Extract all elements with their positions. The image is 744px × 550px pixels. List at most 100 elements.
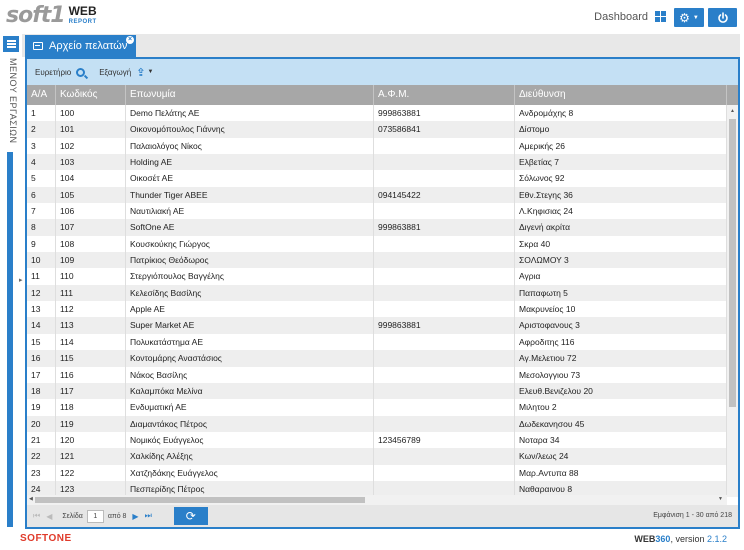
settings-button[interactable]: ⚙ ▼	[674, 8, 704, 27]
scroll-left-icon[interactable]: ◀	[29, 496, 33, 502]
cell-code: 106	[56, 203, 126, 220]
menu-toggle-button[interactable]	[3, 36, 19, 52]
table-row[interactable]: 23 122 Χατζηδάκης Ευάγγελος Μαρ.Αντυπα 88	[27, 464, 727, 481]
table-row[interactable]: 12 111 Κελεσίδης Βασίλης Παπαφωτη 5	[27, 284, 727, 302]
table-row[interactable]: 22 121 Χαλκίδης Αλέξης Κων/λεως 24	[27, 448, 727, 465]
grid-icon[interactable]	[655, 11, 666, 22]
table-row[interactable]: 21 120 Νομικός Ευάγγελος 123456789 Νοταρα 34	[27, 431, 727, 449]
col-header-afm[interactable]: Α.Φ.Μ.	[374, 85, 515, 105]
side-menu-label[interactable]: ΜΕΝΟΥ ΕΡΓΑΣΙΩΝ	[4, 58, 18, 158]
cell-address: Εθν.Στεγης 36	[515, 186, 727, 204]
side-menu-bar[interactable]	[7, 152, 13, 527]
search-button[interactable]: Ευρετήριο	[35, 67, 86, 77]
search-label: Ευρετήριο	[35, 67, 72, 77]
table-row[interactable]: 7 106 Ναυτιλιακή ΑΕ Λ.Κηφισιας 24	[27, 203, 727, 220]
scroll-down-icon[interactable]: ▼	[718, 496, 723, 502]
col-header-name[interactable]: Επωνυμία	[126, 85, 374, 105]
cell-address: Δίστομο	[515, 121, 727, 138]
prev-page-icon[interactable]: ◀	[46, 512, 52, 521]
cell-aa: 22	[27, 448, 56, 465]
col-header-code[interactable]: Κωδικός	[56, 85, 126, 105]
cell-code: 113	[56, 317, 126, 334]
table-row[interactable]: 20 119 Διαμαντάκος Πέτρος Δωδεκανησου 45	[27, 415, 727, 432]
cell-code: 101	[56, 121, 126, 138]
table-row[interactable]: 10 109 Πατρίκιος Θεόδωρος ΣΟΛΩΜΟΥ 3	[27, 252, 727, 269]
table-row[interactable]: 11 110 Στεργιόπουλος Βαγγέλης Αγρια	[27, 268, 727, 285]
cell-code: 103	[56, 154, 126, 171]
refresh-icon: ⟳	[185, 509, 196, 523]
cell-aa: 6	[27, 186, 56, 204]
cell-name: Super Market AE	[126, 317, 374, 334]
gear-icon: ⚙	[679, 10, 690, 25]
vertical-scrollbar[interactable]: ▲	[727, 105, 738, 497]
cell-code: 119	[56, 415, 126, 432]
cell-code: 105	[56, 186, 126, 204]
cell-afm	[374, 415, 515, 432]
dashboard-link[interactable]: Dashboard	[594, 11, 648, 23]
cell-afm	[374, 366, 515, 383]
upload-icon: ⇪	[136, 66, 146, 79]
table-row[interactable]: 4 103 Holding AE Ελβετίας 7	[27, 154, 727, 171]
power-icon	[717, 11, 728, 23]
cell-code: 107	[56, 219, 126, 236]
table-row[interactable]: 15 114 Πολυκατάστημα ΑΕ Αφροδιτης 116	[27, 333, 727, 351]
table-row[interactable]: 3 102 Παλαιολόγος Νίκος Αμερικής 26	[27, 137, 727, 155]
cell-name: Thunder Tiger ABEE	[126, 186, 374, 204]
next-page-icon[interactable]: ▶	[132, 512, 138, 521]
table-row[interactable]: 2 101 Οικονομόπουλος Γιάννης 073586841 Δίστο…	[27, 121, 727, 138]
cell-name: Ενδυματική ΑΕ	[126, 399, 374, 416]
cell-afm	[374, 268, 515, 285]
logout-button[interactable]	[708, 8, 737, 27]
cell-afm: 999863881	[374, 219, 515, 236]
table-row[interactable]: 13 112 Apple AE Μακρυνείος 10	[27, 301, 727, 318]
table-row[interactable]: 8 107 SoftOne AE 999863881 Διγενή ακρίτα	[27, 219, 727, 236]
table-row[interactable]: 6 105 Thunder Tiger ABEE 094145422 Εθν.Στεγη…	[27, 186, 727, 204]
refresh-button[interactable]: ⟳	[173, 507, 208, 525]
horizontal-scrollbar[interactable]: ◀ ▼	[27, 495, 727, 505]
app-logo: soft1 WEB REPORT	[6, 5, 97, 27]
table-row[interactable]: 18 117 Καλαμπόκα Μελίνα Ελευθ.Βενιζελου 20	[27, 382, 727, 400]
page-input[interactable]: 1	[86, 509, 104, 523]
expand-arrow-icon[interactable]: ▸	[19, 276, 23, 284]
vertical-scroll-thumb[interactable]	[729, 119, 736, 407]
cell-code: 122	[56, 464, 126, 481]
cell-aa: 11	[27, 268, 56, 285]
table-row[interactable]: 14 113 Super Market AE 999863881 Αριστοφανου…	[27, 317, 727, 334]
cell-code: 100	[56, 105, 126, 122]
cell-address: Κων/λεως 24	[515, 448, 727, 465]
cell-name: Καλαμπόκα Μελίνα	[126, 382, 374, 400]
col-header-address[interactable]: Διεύθυνση	[515, 85, 727, 105]
cell-code: 118	[56, 399, 126, 416]
scroll-up-icon[interactable]: ▲	[730, 108, 735, 114]
col-header-aa[interactable]: Α/Α	[27, 85, 56, 105]
export-button[interactable]: Εξαγωγή ⇪ ▼	[99, 66, 153, 79]
cell-aa: 3	[27, 137, 56, 155]
cell-aa: 4	[27, 154, 56, 171]
cell-name: Κοντομάρης Αναστάσιος	[126, 350, 374, 367]
cell-aa: 19	[27, 399, 56, 416]
table-row[interactable]: 9 108 Κουσκούκης Γιώργος Σκρα 40	[27, 235, 727, 253]
cell-afm	[374, 154, 515, 171]
last-page-icon[interactable]: ⏭	[145, 511, 152, 521]
table-row[interactable]: 16 115 Κοντομάρης Αναστάσιος Αγ.Μελετιου 72	[27, 350, 727, 367]
cell-afm: 999863881	[374, 317, 515, 334]
table-row[interactable]: 19 118 Ενδυματική ΑΕ Μιλητου 2	[27, 399, 727, 416]
first-page-icon[interactable]: ⏮	[33, 511, 40, 521]
cell-code: 109	[56, 252, 126, 269]
cell-aa: 20	[27, 415, 56, 432]
cell-aa: 21	[27, 431, 56, 449]
horizontal-scroll-thumb[interactable]	[35, 497, 365, 503]
cell-afm	[374, 464, 515, 481]
toolbar: Ευρετήριο Εξαγωγή ⇪ ▼	[27, 59, 738, 85]
cell-name: Κελεσίδης Βασίλης	[126, 284, 374, 302]
table-row[interactable]: 5 104 Οικοσέτ ΑΕ Σόλωνος 92	[27, 170, 727, 187]
cell-address: Διγενή ακρίτα	[515, 219, 727, 236]
tab-customers[interactable]: Αρχείο πελατών ×	[25, 35, 136, 57]
cell-code: 114	[56, 333, 126, 351]
table-row[interactable]: 17 116 Νάκος Βασίλης Μεσολογγιου 73	[27, 366, 727, 383]
cell-afm: 094145422	[374, 186, 515, 204]
close-icon[interactable]: ×	[126, 36, 134, 44]
export-label: Εξαγωγή	[99, 67, 132, 77]
cell-name: Χατζηδάκης Ευάγγελος	[126, 464, 374, 481]
table-row[interactable]: 1 100 Demo Πελάτης ΑΕ 999863881 Ανδρομάχης 8	[27, 105, 727, 122]
